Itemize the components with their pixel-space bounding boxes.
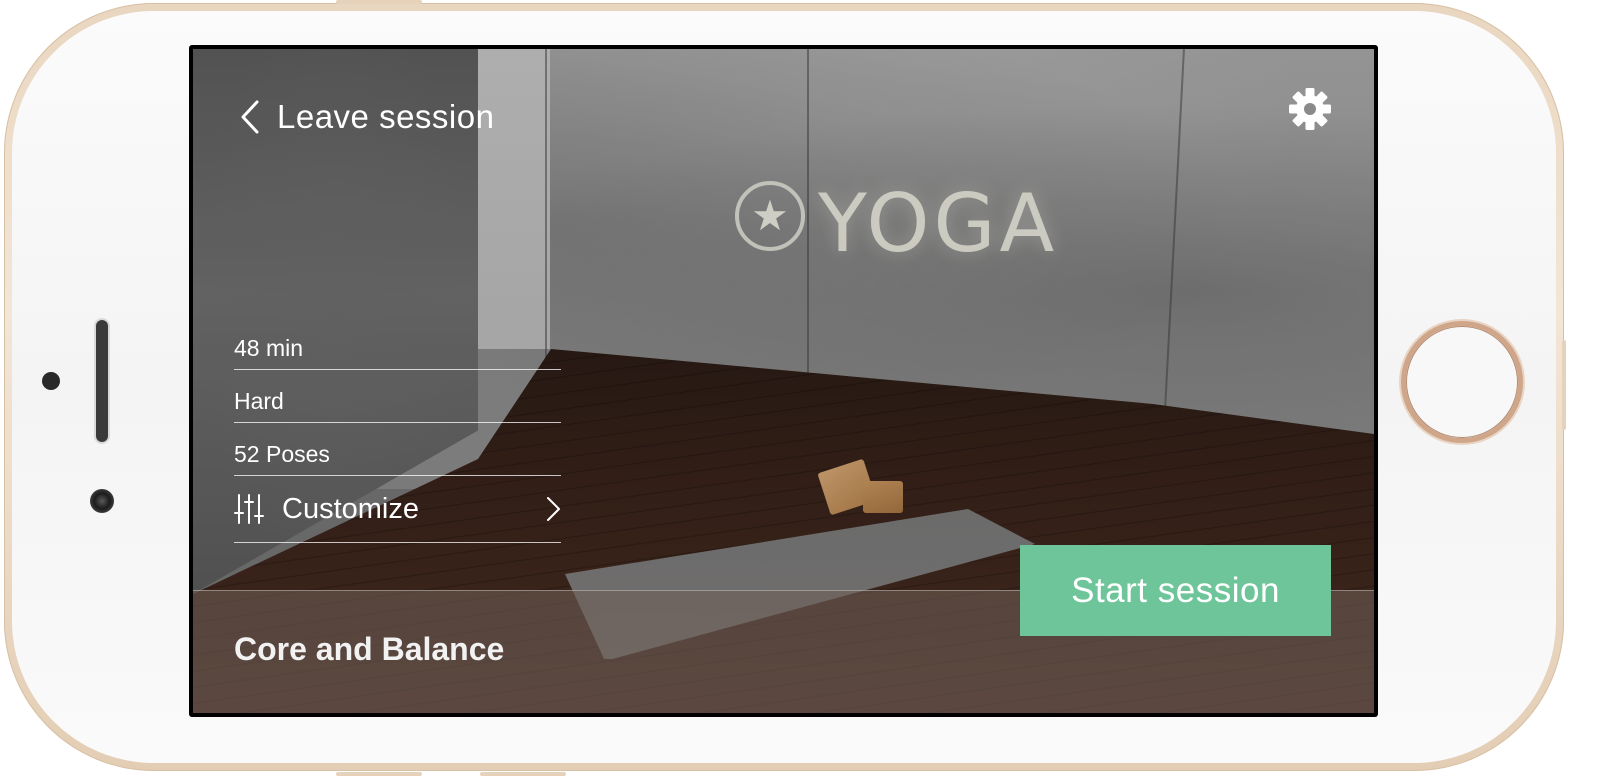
difficulty-label: Hard bbox=[234, 387, 284, 414]
front-camera bbox=[90, 489, 114, 513]
difficulty-row: Hard bbox=[234, 370, 561, 423]
customize-button[interactable]: Customize bbox=[234, 476, 561, 543]
earpiece-speaker bbox=[96, 320, 108, 442]
volume-button-bottom-2 bbox=[480, 772, 566, 776]
start-session-button[interactable]: Start session bbox=[1020, 545, 1331, 636]
duration-label: 48 min bbox=[234, 334, 304, 361]
poses-row: 52 Poses bbox=[234, 423, 561, 476]
screen: ★ YOGA Leave session 48 min Hard 52 Pose… bbox=[189, 45, 1378, 717]
sliders-icon bbox=[234, 494, 264, 524]
home-button[interactable] bbox=[1401, 321, 1523, 443]
volume-button-bottom-1 bbox=[336, 772, 422, 776]
session-info-list: 48 min Hard 52 Poses Customize bbox=[234, 317, 561, 543]
proximity-sensor bbox=[42, 372, 60, 390]
poses-label: 52 Poses bbox=[234, 440, 330, 467]
session-title: Core and Balance bbox=[234, 631, 505, 667]
customize-label: Customize bbox=[282, 492, 419, 525]
gear-icon[interactable] bbox=[1286, 85, 1334, 133]
power-button bbox=[1562, 340, 1566, 430]
chevron-right-icon bbox=[547, 497, 560, 521]
leave-session-label: Leave session bbox=[277, 98, 495, 135]
chevron-left-icon bbox=[241, 100, 259, 134]
volume-button-top bbox=[336, 0, 422, 4]
session-preview: ★ YOGA Leave session 48 min Hard 52 Pose… bbox=[193, 49, 1374, 713]
leave-session-button[interactable]: Leave session bbox=[237, 95, 494, 139]
duration-row: 48 min bbox=[234, 317, 561, 370]
